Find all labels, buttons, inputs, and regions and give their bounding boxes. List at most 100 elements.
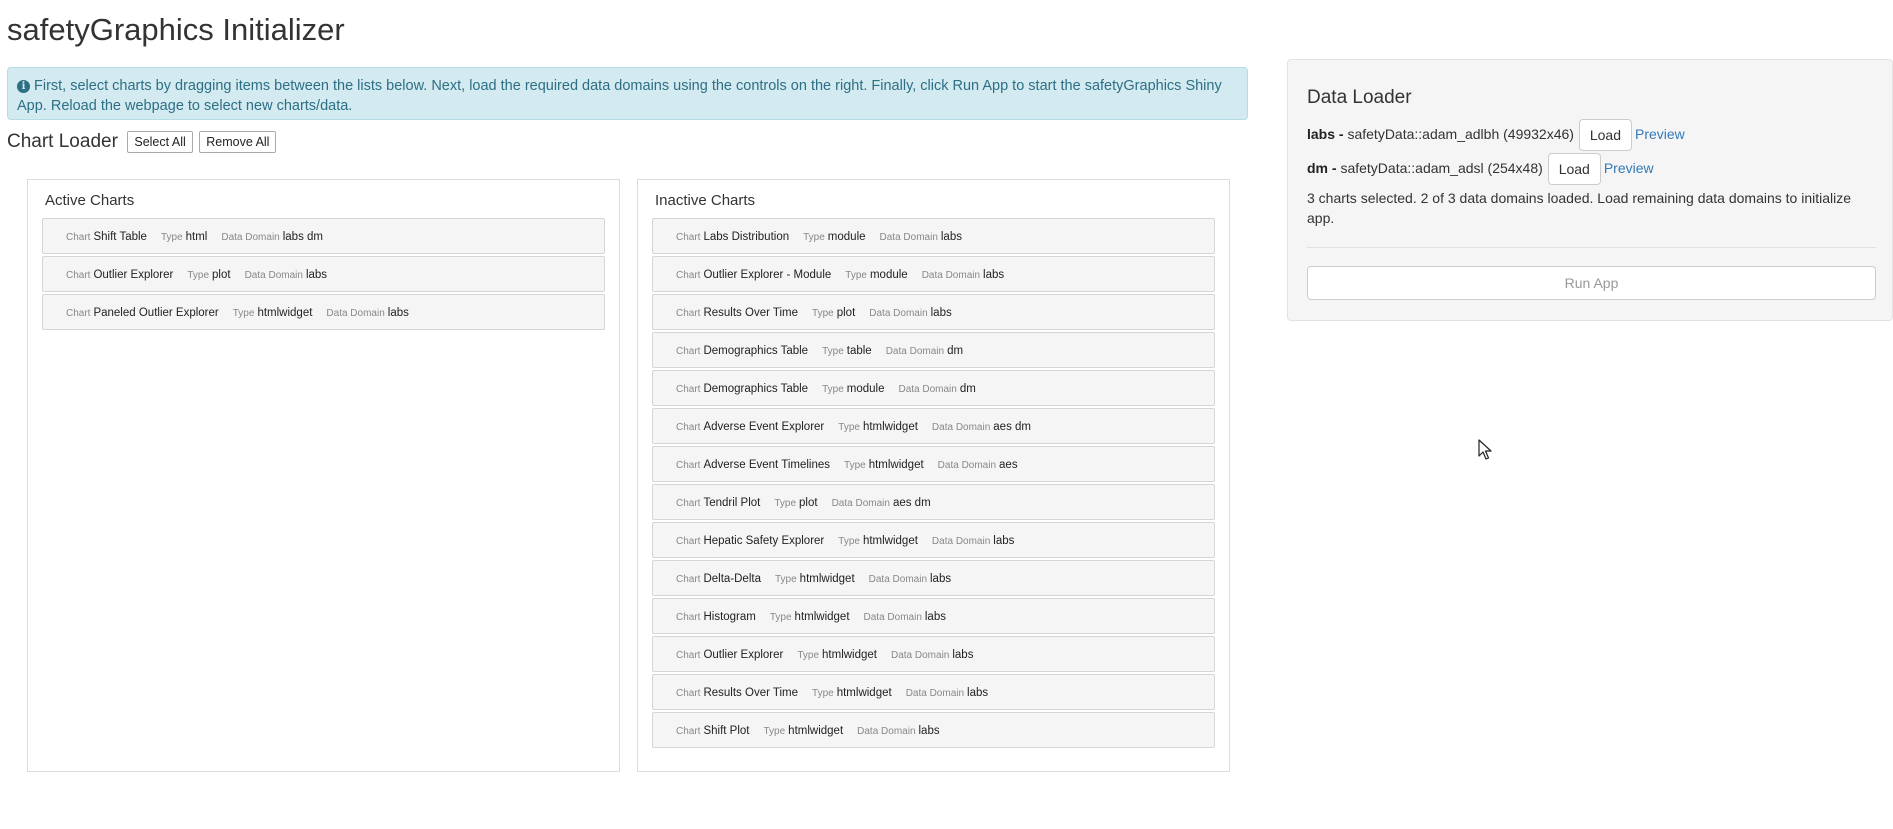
field-label-type: Type xyxy=(763,726,786,737)
remove-all-button[interactable]: Remove All xyxy=(199,131,277,153)
chart-name: Hepatic Safety Explorer xyxy=(703,535,825,547)
chart-domain: labs xyxy=(952,649,974,661)
chart-name: Results Over Time xyxy=(703,307,799,319)
chart-type: plot xyxy=(212,269,231,281)
field-label-type: Type xyxy=(769,612,792,623)
chart-name: Tendril Plot xyxy=(703,497,761,509)
field-label-type: Type xyxy=(797,650,820,661)
field-label-domain: Data Domain xyxy=(863,612,922,623)
field-label-type: Type xyxy=(803,232,825,243)
chart-list-item[interactable]: Chart Hepatic Safety Explorer Type htmlwidg… xyxy=(652,522,1215,558)
chart-type: htmlwidget xyxy=(868,459,924,471)
field-label-domain: Data Domain xyxy=(831,498,890,509)
chart-type: htmlwidget xyxy=(836,687,892,699)
domain-name: labs - xyxy=(1307,126,1344,142)
active-charts-list[interactable]: Chart Shift Table Type html Data Domain labs … xyxy=(42,218,605,330)
chart-type: table xyxy=(846,345,872,357)
field-label-chart: Chart xyxy=(676,346,701,357)
field-label-chart: Chart xyxy=(66,232,91,243)
chart-list-item[interactable]: Chart Shift Plot Type htmlwidget Data Domain… xyxy=(652,712,1215,748)
field-label-chart: Chart xyxy=(66,308,91,319)
field-label-domain: Data Domain xyxy=(891,650,950,661)
chart-name: Outlier Explorer xyxy=(703,649,784,661)
field-label-domain: Data Domain xyxy=(879,232,938,243)
field-label-type: Type xyxy=(838,536,860,547)
chart-name: Paneled Outlier Explorer xyxy=(93,307,219,319)
chart-list-item[interactable]: Chart Results Over Time Type htmlwidget Data… xyxy=(652,674,1215,710)
chart-list-item[interactable]: Chart Delta-Delta Type htmlwidget Data Domai… xyxy=(652,560,1215,596)
chart-list-item[interactable]: Chart Adverse Event Timelines Type htmlwidg… xyxy=(652,446,1215,482)
preview-labs-link[interactable]: Preview xyxy=(1635,126,1685,142)
chart-domain: dm xyxy=(947,345,964,357)
chart-domain: aes xyxy=(999,459,1018,471)
field-label-type: Type xyxy=(187,270,210,281)
chart-name: Outlier Explorer xyxy=(93,269,174,281)
domain-source: safetyData::adam_adsl (254x48) xyxy=(1340,160,1543,176)
chart-list-item[interactable]: Chart Outlier Explorer Type htmlwidget Data … xyxy=(652,636,1215,672)
chart-name: Adverse Event Explorer xyxy=(703,421,825,433)
chart-domain: labs xyxy=(967,687,989,699)
field-label-chart: Chart xyxy=(676,536,701,547)
field-label-domain: Data Domain xyxy=(921,270,981,281)
field-label-type: Type xyxy=(812,308,834,319)
chart-name: Shift Table xyxy=(93,231,147,243)
chart-list-item[interactable]: Chart Demographics Table Type table Data Dom… xyxy=(652,332,1215,368)
chart-list-item[interactable]: Chart Tendril Plot Type plot Data Domain aes … xyxy=(652,484,1215,520)
field-label-type: Type xyxy=(160,232,183,243)
chart-loader-header: Chart Loader Select All Remove All xyxy=(7,131,277,153)
chart-list-item[interactable]: Chart Results Over Time Type plot Data Domai… xyxy=(652,294,1215,330)
chart-loader-title: Chart Loader xyxy=(7,131,118,152)
info-alert-text: First, select charts by dragging items b… xyxy=(17,78,1222,114)
domain-source: safetyData::adam_adlbh (49932x46) xyxy=(1347,126,1574,142)
info-circle-icon: i xyxy=(17,80,30,93)
divider xyxy=(1307,247,1876,248)
chart-domain: dm xyxy=(959,383,976,395)
field-label-chart: Chart xyxy=(676,384,701,395)
field-label-type: Type xyxy=(822,346,844,357)
chart-list-item[interactable]: Chart Outlier Explorer - Module Type module… xyxy=(652,256,1215,292)
data-loader-status: 3 charts selected. 2 of 3 data domains l… xyxy=(1307,190,1852,226)
field-label-chart: Chart xyxy=(676,726,701,737)
load-dm-button[interactable]: Load xyxy=(1547,153,1601,186)
field-label-chart: Chart xyxy=(676,232,701,243)
chart-list-item[interactable]: Chart Histogram Type htmlwidget Data Domain l… xyxy=(652,598,1215,634)
chart-list-item[interactable]: Chart Demographics Table Type module Data Do… xyxy=(652,370,1215,406)
chart-type: htmlwidget xyxy=(862,421,918,433)
select-all-button[interactable]: Select All xyxy=(127,131,193,153)
chart-type: htmlwidget xyxy=(799,573,855,585)
data-loader-panel: Data Loader labs - safetyData::adam_adlb… xyxy=(1287,59,1893,321)
inactive-charts-title: Inactive Charts xyxy=(655,192,756,209)
field-label-type: Type xyxy=(774,498,797,509)
field-label-chart: Chart xyxy=(66,270,91,281)
chart-name: Demographics Table xyxy=(703,383,809,395)
active-charts-panel: Active Charts Chart Shift Table Type html Da… xyxy=(27,179,620,772)
chart-list-item[interactable]: Chart Paneled Outlier Explorer Type htmlwid… xyxy=(42,294,605,330)
chart-list-item[interactable]: Chart Adverse Event Explorer Type htmlwidge… xyxy=(652,408,1215,444)
preview-dm-link[interactable]: Preview xyxy=(1604,160,1654,176)
chart-name: Demographics Table xyxy=(703,345,809,357)
chart-domain: labs xyxy=(918,725,940,737)
chart-domain: labs xyxy=(387,307,409,319)
chart-domain: aes dm xyxy=(892,497,931,509)
chart-list-item[interactable]: Chart Shift Table Type html Data Domain labs … xyxy=(42,218,605,254)
chart-domain: labs xyxy=(940,231,962,243)
chart-domain: aes dm xyxy=(993,421,1031,433)
info-alert: i First, select charts by dragging items … xyxy=(7,67,1248,120)
load-labs-button[interactable]: Load xyxy=(1578,119,1632,152)
domain-row-dm: dm - safetyData::adam_adsl (254x48) Load… xyxy=(1307,151,1876,186)
inactive-charts-list[interactable]: Chart Labs Distribution Type module Data Dom… xyxy=(652,218,1215,748)
chart-type: plot xyxy=(836,307,856,319)
chart-type: htmlwidget xyxy=(862,535,918,547)
field-label-type: Type xyxy=(822,384,844,395)
chart-domain: labs xyxy=(924,611,946,623)
field-label-domain: Data Domain xyxy=(244,270,303,281)
chart-list-item[interactable]: Chart Outlier Explorer Type plot Data Domain… xyxy=(42,256,605,292)
field-label-chart: Chart xyxy=(676,612,701,623)
run-app-button[interactable]: Run App xyxy=(1307,266,1876,300)
field-label-type: Type xyxy=(812,688,834,699)
field-label-domain: Data Domain xyxy=(937,460,997,471)
chart-list-item[interactable]: Chart Labs Distribution Type module Data Dom… xyxy=(652,218,1215,254)
chart-type: htmlwidget xyxy=(257,307,313,319)
field-label-domain: Data Domain xyxy=(898,384,957,395)
field-label-type: Type xyxy=(838,422,860,433)
